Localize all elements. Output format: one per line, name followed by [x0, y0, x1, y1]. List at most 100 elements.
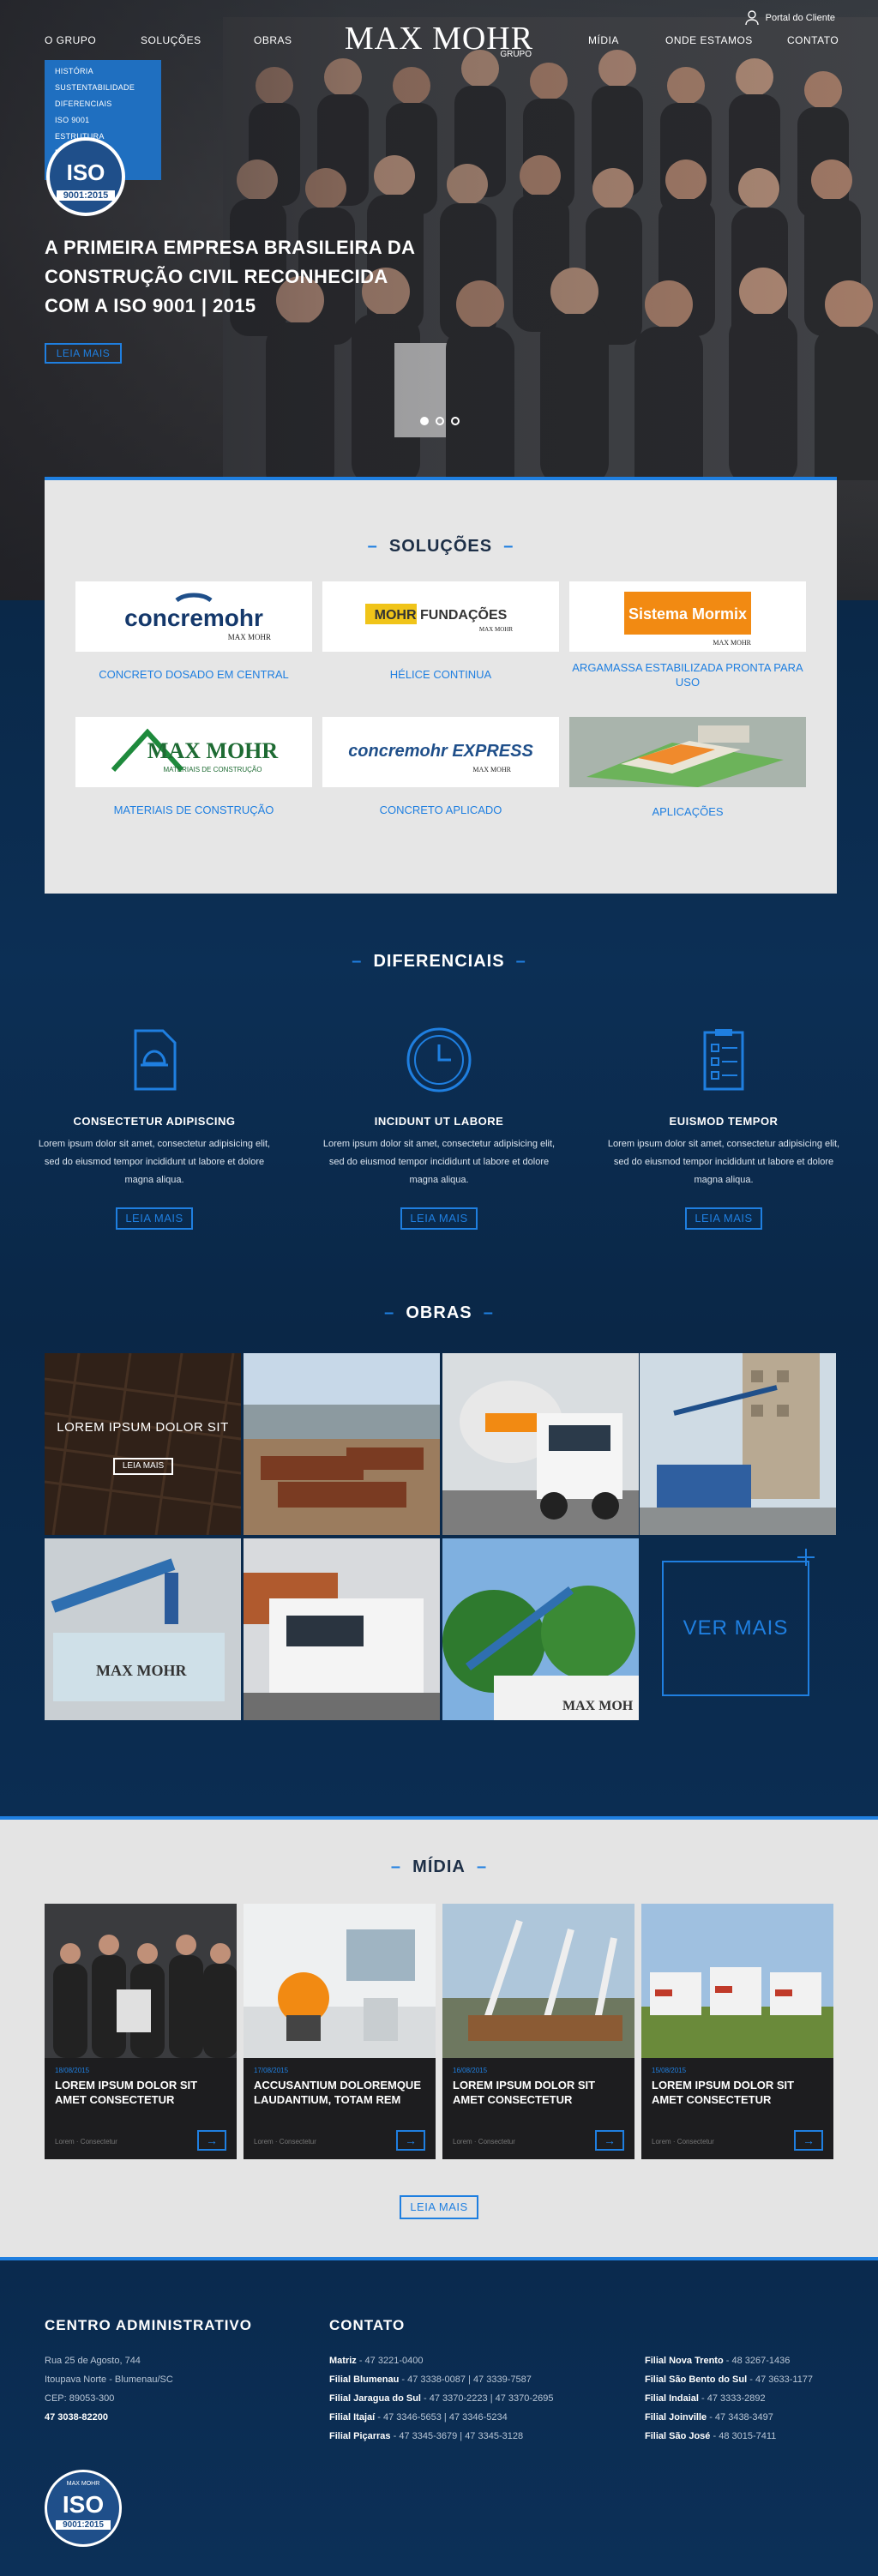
- solucao-label-5[interactable]: CONCRETO APLICADO: [322, 803, 559, 817]
- post-title: LOREM IPSUM DOLOR SIT AMET CONSECTETUR: [652, 2079, 795, 2106]
- midia-post-1[interactable]: 18/08/2015 LOREM IPSUM DOLOR SIT AMET CO…: [45, 1904, 237, 2159]
- obra-tile-6[interactable]: [244, 1538, 440, 1720]
- obra-tile-4[interactable]: [640, 1353, 836, 1535]
- arrow-right-icon[interactable]: →: [396, 2130, 425, 2151]
- concremohr-express-logo: concremohr EXPRESS MAX MOHR: [348, 742, 533, 773]
- solucao-card-mormix[interactable]: Sistema Mormix MAX MOHR: [569, 581, 806, 652]
- hero-headline: A PRIMEIRA EMPRESA BRASILEIRA DA CONSTRU…: [45, 237, 415, 316]
- solucao-card-concremohr[interactable]: concremohr MAX MOHR: [75, 581, 312, 652]
- diferencial-button-1[interactable]: LEIA MAIS: [116, 1207, 193, 1230]
- midia-read-more-button[interactable]: LEIA MAIS: [400, 2195, 478, 2219]
- diferencial-text-1: Lorem ipsum dolor sit amet, consectetur …: [38, 1139, 271, 1185]
- carousel-dots: [420, 417, 460, 425]
- obra-crane-truck-photo: MAX MOHR: [45, 1538, 241, 1720]
- post-title: ACCUSANTIUM DOLOREMQUE LAUDANTIUM, TOTAM…: [254, 2079, 421, 2106]
- footer-contato-title: CONTATO: [329, 2317, 406, 2333]
- footer-contact-item: Filial São José - 48 3015-7411: [645, 2431, 777, 2441]
- arrow-right-icon[interactable]: →: [794, 2130, 823, 2151]
- footer-contact-item: Filial Nova Trento - 48 3267-1436: [645, 2356, 791, 2366]
- dropdown-item-estrutura[interactable]: ESTRUTURA: [55, 132, 151, 141]
- obra-tile-7[interactable]: MAX MOH: [442, 1538, 639, 1720]
- obra-feature-button[interactable]: LEIA MAIS: [113, 1458, 173, 1475]
- diferencial-text-2: Lorem ipsum dolor sit amet, consectetur …: [322, 1139, 556, 1185]
- solucao-card-express[interactable]: concremohr EXPRESS MAX MOHR: [322, 717, 559, 787]
- footer-iso-seal: MAX MOHR ISO 9001:2015: [45, 2470, 122, 2547]
- nav-obras[interactable]: OBRAS: [254, 34, 292, 46]
- solucao-card-aplicacoes[interactable]: [569, 717, 806, 787]
- obra-tile-5[interactable]: MAX MOHR: [45, 1538, 241, 1720]
- midia-post-4[interactable]: 15/08/2015 LOREM IPSUM DOLOR SIT AMET CO…: [641, 1904, 833, 2159]
- carousel-dot-1[interactable]: [420, 417, 429, 425]
- svg-text:MAX MOHR: MAX MOHR: [96, 1662, 187, 1679]
- obra-delivery-truck-photo: [244, 1538, 440, 1720]
- rebar-photo: [45, 1353, 241, 1535]
- solucao-card-fundacoes[interactable]: MOHR FUNDAÇÕES MAX MOHR: [322, 581, 559, 652]
- svg-text:MAX MOHR: MAX MOHR: [147, 738, 279, 763]
- solucao-label-2[interactable]: HÉLICE CONTINUA: [322, 667, 559, 682]
- obra-feature-tile[interactable]: LOREM IPSUM DOLOR SIT LEIA MAIS: [45, 1353, 241, 1535]
- footer-contact-item: Filial São Bento do Sul - 47 3633-1177: [645, 2374, 814, 2385]
- nav-contato[interactable]: CONTATO: [787, 34, 839, 46]
- midia-title: – MÍDIA –: [390, 1857, 488, 1876]
- hero-read-more-button[interactable]: LEIA MAIS: [45, 343, 122, 364]
- obra-tile-3[interactable]: [442, 1353, 639, 1535]
- solucao-card-materiais[interactable]: MAX MOHR MATERIAIS DE CONSTRUÇÃO: [75, 717, 312, 787]
- mormix-logo: Sistema Mormix MAX MOHR: [624, 592, 752, 647]
- footer-address-line-1: Rua 25 de Agosto, 744: [45, 2356, 141, 2366]
- solucao-label-3[interactable]: ARGAMASSA ESTABILIZADA PRONTA PARA USO: [569, 660, 806, 689]
- midia-post-2[interactable]: 17/08/2015 ACCUSANTIUM DOLOREMQUE LAUDAN…: [244, 1904, 436, 2159]
- diferencial-button-3[interactable]: LEIA MAIS: [685, 1207, 762, 1230]
- obra-pump-building-photo: [640, 1353, 836, 1535]
- solucao-label-6[interactable]: APLICAÇÕES: [569, 804, 806, 819]
- post-title: LOREM IPSUM DOLOR SIT AMET CONSECTETUR: [55, 2079, 198, 2106]
- footer-contact-item: Filial Blumenau - 47 3338-0087 | 47 3339…: [329, 2374, 532, 2385]
- footer-iso-brand: MAX MOHR: [66, 2481, 100, 2487]
- post-date: 17/08/2015: [254, 2067, 289, 2074]
- nav-midia[interactable]: MÍDIA: [588, 34, 619, 46]
- nav-solucoes[interactable]: SOLUÇÕES: [141, 34, 201, 46]
- footer-phone: 47 3038-82200: [45, 2412, 109, 2423]
- nav-o-grupo[interactable]: O GRUPO: [45, 34, 96, 46]
- obra-mixer-truck-photo: [442, 1353, 639, 1535]
- logo[interactable]: MAX MOHR GRUPO: [341, 22, 537, 59]
- carousel-dot-2[interactable]: [436, 417, 444, 425]
- svg-text:concremohr: concremohr: [124, 605, 263, 631]
- carousel-dot-3[interactable]: [451, 417, 460, 425]
- diferencial-button-2[interactable]: LEIA MAIS: [400, 1207, 478, 1230]
- footer-contact-item: Filial Joinville - 47 3438-3497: [645, 2412, 773, 2423]
- ver-mais-button[interactable]: VER MAIS: [662, 1561, 809, 1696]
- dropdown-item-sustentabilidade[interactable]: SUSTENTABILIDADE: [55, 83, 151, 92]
- footer-contact-item: Filial Indaial - 47 3333-2892: [645, 2393, 766, 2404]
- post-meta: Lorem · Consectetur: [55, 2138, 117, 2146]
- arrow-right-icon[interactable]: →: [595, 2130, 624, 2151]
- arrow-right-icon[interactable]: →: [197, 2130, 226, 2151]
- solucao-label-1[interactable]: CONCRETO DOSADO EM CENTRAL: [75, 667, 312, 682]
- dropdown-item-diferenciais[interactable]: DIFERENCIAIS: [55, 99, 151, 108]
- obra-tile-2[interactable]: [244, 1353, 440, 1535]
- dropdown-item-historia[interactable]: HISTÓRIA: [55, 67, 151, 75]
- solucao-label-4[interactable]: MATERIAIS DE CONSTRUÇÃO: [75, 803, 312, 817]
- dropdown-item-iso[interactable]: ISO 9001: [55, 116, 151, 124]
- obra-feature-title: LOREM IPSUM DOLOR SIT: [57, 1420, 229, 1435]
- plus-icon: [797, 1549, 815, 1566]
- svg-text:MAX MOH: MAX MOH: [562, 1699, 634, 1713]
- iso-seal: ISO 9001:2015: [46, 137, 125, 216]
- max-mohr-materiais-logo: MAX MOHR MATERIAIS DE CONSTRUÇÃO: [111, 728, 279, 773]
- obra-rebar-yard-photo: [244, 1353, 440, 1535]
- midia-post-3[interactable]: 16/08/2015 LOREM IPSUM DOLOR SIT AMET CO…: [442, 1904, 634, 2159]
- portal-cliente-link[interactable]: Portal do Cliente: [744, 10, 835, 26]
- svg-text:concremohr EXPRESS: concremohr EXPRESS: [348, 742, 533, 761]
- diferenciais-title: – DIFERENCIAIS –: [352, 952, 526, 971]
- svg-text:MAX MOHR: MAX MOHR: [479, 626, 513, 633]
- svg-text:MATERIAIS DE CONSTRUÇÃO: MATERIAIS DE CONSTRUÇÃO: [164, 766, 262, 773]
- midia-post-image-lab: [244, 1904, 436, 2058]
- post-meta: Lorem · Consectetur: [254, 2138, 316, 2146]
- solucoes-section: – SOLUÇÕES – concremohr MAX MOHR CONCRET…: [45, 477, 837, 894]
- portal-label: Portal do Cliente: [765, 13, 835, 23]
- footer-iso-number: 9001:2015: [56, 2520, 111, 2530]
- svg-text:MOHR FUNDAÇÕES: MOHR FUNDAÇÕES: [375, 605, 508, 623]
- footer-iso-title: ISO: [62, 2491, 105, 2518]
- footer-admin-title: CENTRO ADMINISTRATIVO: [45, 2317, 252, 2333]
- nav-onde-estamos[interactable]: ONDE ESTAMOS: [665, 34, 753, 46]
- user-icon: [744, 10, 759, 26]
